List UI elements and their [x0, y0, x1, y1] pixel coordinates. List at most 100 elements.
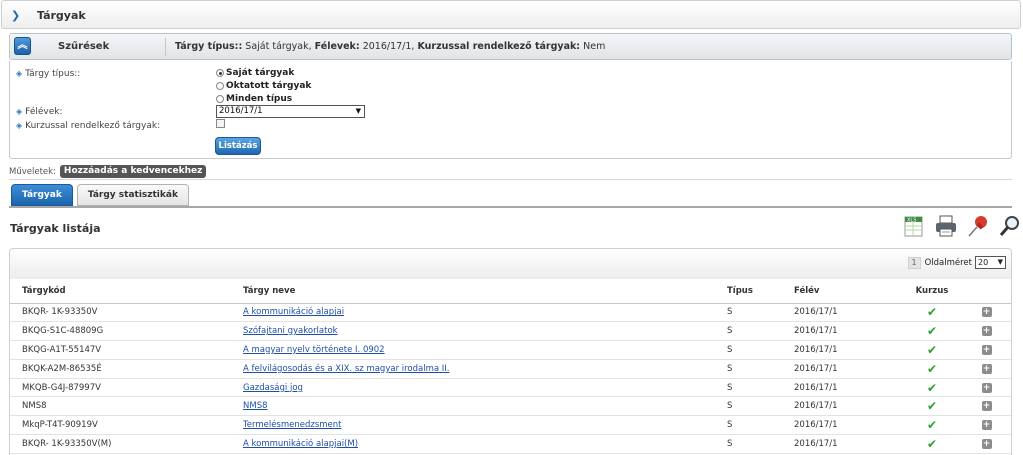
semester-select[interactable]: 2016/17/1 ▼	[216, 105, 365, 118]
radio-icon	[216, 69, 224, 77]
cell-type: S	[715, 340, 782, 360]
divider	[9, 179, 1012, 180]
plus-icon[interactable]: +	[981, 344, 992, 355]
course-label: Kurzussal rendelkező tárgyak:	[25, 121, 161, 131]
cell-semester: 2016/17/1	[782, 340, 902, 360]
radio-label: Minden típus	[226, 94, 293, 104]
column-header-type[interactable]: Típus	[715, 279, 782, 304]
filter-label: Szűrések	[58, 41, 110, 52]
search-icon[interactable]	[996, 212, 1023, 240]
cell-name: NMS8	[230, 396, 715, 417]
checkmark-icon: ✔	[926, 436, 938, 451]
cell-name: A felvilágosodás és a XIX. sz magyar iro…	[230, 359, 715, 379]
add-to-favorites-button[interactable]: Hozzáadás a kedvencekhez	[59, 165, 207, 178]
diamond-icon: ◈	[16, 69, 23, 78]
semester-field-label: ◈ Félévek:	[16, 107, 63, 117]
cell-actions: +	[962, 303, 1011, 323]
excel-export-icon[interactable]: XLS	[900, 212, 928, 240]
pin-icon[interactable]	[964, 212, 992, 240]
column-header-name[interactable]: Tárgy neve	[230, 279, 715, 304]
cell-name: A magyar nyelv története I. 0902	[230, 340, 715, 360]
radio-label: Oktatott tárgyak	[226, 81, 312, 91]
radio-own-subjects[interactable]: Saját tárgyak	[216, 68, 294, 78]
subject-link[interactable]: Termelésmenedzsment	[243, 420, 342, 430]
cell-course: ✔	[902, 340, 962, 360]
cell-course: ✔	[902, 434, 962, 454]
subject-link[interactable]: Szófajtani gyakorlatok	[243, 326, 338, 336]
subject-link[interactable]: A magyar nyelv története I. 0902	[243, 345, 385, 355]
checkmark-icon: ✔	[926, 342, 938, 357]
cell-semester: 2016/17/1	[782, 378, 902, 398]
cell-type: S	[715, 396, 782, 417]
column-header-code[interactable]: Tárgykód	[10, 279, 230, 304]
page-size-value: 20	[978, 258, 989, 267]
plus-icon[interactable]: +	[981, 307, 992, 318]
cell-actions: +	[962, 415, 1011, 436]
subject-link[interactable]: A kommunikáció alapjai(M)	[243, 439, 358, 449]
cell-code: MkqP-T4T-90919V	[10, 415, 230, 436]
cell-type: S	[715, 303, 782, 323]
checkmark-icon: ✔	[926, 361, 938, 376]
tab-bar: Tárgyak Tárgy statisztikák	[11, 184, 193, 206]
column-header-semester[interactable]: Félév	[782, 279, 902, 304]
cell-code: BKQK-A2M-86535É	[10, 359, 230, 379]
list-title: Tárgyak listája	[10, 222, 101, 235]
semester-label: Félévek:	[25, 107, 63, 117]
print-icon[interactable]	[932, 212, 960, 240]
cell-name: Termelésmenedzsment	[230, 415, 715, 436]
chevron-up-icon[interactable]: ︽	[14, 37, 31, 55]
cell-type: S	[715, 415, 782, 436]
tab-subjects[interactable]: Tárgyak	[11, 184, 73, 206]
column-header-course[interactable]: Kurzus	[902, 279, 962, 304]
summary-key: Kurzussal rendelkező tárgyak:	[417, 41, 581, 52]
subject-link[interactable]: A felvilágosodás és a XIX. sz magyar iro…	[243, 364, 450, 374]
cell-semester: 2016/17/1	[782, 359, 902, 379]
summary-value: 2016/17/1,	[362, 41, 415, 52]
filter-header: ︽ Szűrések Tárgy típus:: Saját tárgyak, …	[9, 33, 1012, 60]
course-checkbox[interactable]	[216, 119, 225, 128]
table-row: MKQB-G4J-87997V Gazdasági jog S 2016/17/1 ✔ +	[10, 378, 1011, 398]
radio-all-types[interactable]: Minden típus	[216, 94, 292, 104]
page-number[interactable]: 1	[907, 256, 921, 269]
cell-semester: 2016/17/1	[782, 396, 902, 417]
plus-icon[interactable]: +	[981, 326, 992, 337]
cell-course: ✔	[902, 303, 962, 323]
cell-actions: +	[962, 359, 1011, 379]
subject-link[interactable]: Gazdasági jog	[243, 383, 303, 393]
operations-label: Műveletek:	[9, 166, 56, 177]
plus-icon[interactable]: +	[981, 438, 992, 449]
summary-value: Nem	[583, 41, 606, 52]
cell-actions: +	[962, 340, 1011, 360]
checkmark-icon: ✔	[926, 305, 938, 320]
cell-name: Szófajtani gyakorlatok	[230, 321, 715, 342]
plus-icon[interactable]: +	[981, 382, 992, 393]
radio-taught-subjects[interactable]: Oktatott tárgyak	[216, 81, 311, 91]
list-button[interactable]: Listázás	[215, 137, 261, 155]
page-size-label: Oldalméret	[924, 257, 972, 268]
page-size-select[interactable]: 20 ▼	[975, 256, 1006, 269]
list-toolbar: XLS	[900, 212, 1023, 240]
page-header: ❯ Tárgyak	[1, 0, 1021, 29]
cell-course: ✔	[902, 321, 962, 342]
plus-icon[interactable]: +	[981, 363, 992, 374]
cell-code: BKQG-A1T-55147V	[10, 340, 230, 360]
table-row: BKQG-A1T-55147V A magyar nyelv története …	[10, 340, 1011, 360]
cell-actions: +	[962, 434, 1011, 454]
cell-semester: 2016/17/1	[782, 434, 902, 454]
type-field-label: ◈ Tárgy típus::	[16, 69, 80, 79]
cell-name: A kommunikáció alapjai	[230, 303, 715, 323]
cell-semester: 2016/17/1	[782, 303, 902, 323]
subject-link[interactable]: A kommunikáció alapjai	[243, 307, 344, 317]
subject-link[interactable]: NMS8	[243, 401, 268, 411]
plus-icon[interactable]: +	[981, 420, 992, 431]
radio-label: Saját tárgyak	[226, 68, 295, 78]
caret-down-icon: ▼	[997, 258, 1003, 266]
cell-course: ✔	[902, 396, 962, 417]
cell-actions: +	[962, 378, 1011, 398]
tab-subject-statistics[interactable]: Tárgy statisztikák	[76, 184, 189, 206]
cell-type: S	[715, 359, 782, 379]
cell-code: NMS8	[10, 396, 230, 417]
plus-icon[interactable]: +	[981, 401, 992, 412]
table-row: BKQR- 1K-93350V(M) A kommunikáció alapjai…	[10, 434, 1011, 454]
pager: 1 Oldalméret 20 ▼	[907, 256, 1006, 269]
